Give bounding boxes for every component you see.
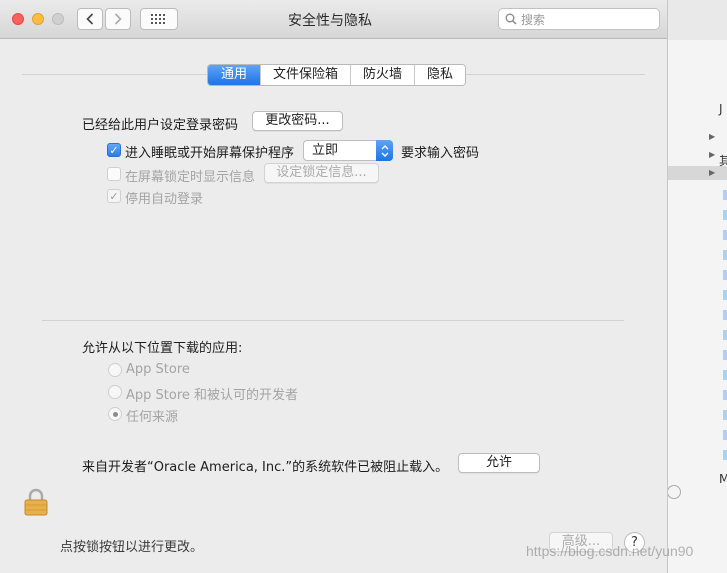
- background-file-icon: [723, 310, 727, 320]
- tab-filevault[interactable]: 文件保险箱: [260, 65, 351, 85]
- disclosure-triangle-icon: ▶: [709, 168, 716, 177]
- close-window-button[interactable]: [12, 13, 24, 25]
- background-file-icon: [723, 410, 727, 420]
- navigation-buttons: [77, 8, 131, 30]
- tab-firewall[interactable]: 防火墙: [350, 65, 415, 85]
- disable-auto-login-label: 停用自动登录: [125, 192, 204, 207]
- disclosure-triangle-icon: ▶: [709, 132, 716, 141]
- background-circle-icon: [667, 485, 681, 499]
- radio-app-store[interactable]: [108, 363, 122, 377]
- tab-general[interactable]: 通用: [208, 65, 261, 85]
- require-password-delay-select[interactable]: 立即: [303, 140, 393, 161]
- delay-select-value: 立即: [312, 143, 339, 158]
- background-footer-label: M: [719, 472, 727, 486]
- disclosure-triangle-icon: ▶: [709, 150, 716, 159]
- allow-button[interactable]: 允许: [458, 453, 540, 473]
- background-file-icon: [723, 370, 727, 380]
- background-file-icon: [723, 230, 727, 240]
- radio-anywhere[interactable]: [108, 407, 122, 421]
- radio-selected-dot: [112, 411, 118, 417]
- search-placeholder: 搜索: [521, 12, 546, 27]
- updown-arrows-icon: [376, 140, 393, 161]
- titlebar[interactable]: 安全性与隐私 搜索: [0, 0, 667, 39]
- security-privacy-window: 安全性与隐私 搜索 通用 文件保险箱 防火墙 隐私 已经给此用户设定登录密码 更…: [0, 0, 668, 573]
- show-all-button[interactable]: [140, 8, 178, 30]
- require-password-suffix: 要求输入密码: [401, 146, 480, 161]
- background-file-icon: [723, 190, 727, 200]
- require-password-label: 进入睡眠或开始屏幕保护程序: [125, 146, 295, 161]
- watermark-text: https://blog.csdn.net/yun90: [526, 543, 694, 559]
- lock-message-checkbox[interactable]: [107, 167, 121, 181]
- background-app-window: J ▶ ▶ 其 ▶ M: [660, 40, 727, 573]
- background-selected-row: [661, 166, 727, 180]
- background-file-icon: [723, 390, 727, 400]
- checkmark-icon: ✓: [109, 143, 119, 157]
- background-file-icon: [723, 430, 727, 440]
- background-file-icon: [723, 450, 727, 460]
- downloads-heading: 允许从以下位置下载的应用:: [82, 341, 243, 356]
- background-file-icon: [723, 250, 727, 260]
- radio-anywhere-label: 任何来源: [126, 410, 179, 425]
- background-file-icon: [723, 270, 727, 280]
- set-lock-message-button[interactable]: 设定锁定信息...: [264, 163, 379, 183]
- checkmark-icon: ✓: [109, 189, 119, 203]
- zoom-window-button[interactable]: [52, 13, 64, 25]
- back-button[interactable]: [77, 8, 103, 30]
- forward-button[interactable]: [105, 8, 131, 30]
- section-divider: [42, 320, 624, 321]
- disable-auto-login-checkbox[interactable]: ✓: [107, 189, 121, 203]
- background-file-icon: [723, 210, 727, 220]
- require-password-checkbox[interactable]: ✓: [107, 143, 121, 157]
- lock-hint-text: 点按锁按钮以进行更改。: [60, 540, 204, 555]
- minimize-window-button[interactable]: [32, 13, 44, 25]
- background-file-icon: [723, 350, 727, 360]
- tab-bar: 通用 文件保险箱 防火墙 隐私: [207, 64, 467, 86]
- chevron-left-icon: [86, 13, 94, 25]
- grid-icon: [151, 14, 165, 24]
- radio-app-store-identified[interactable]: [108, 385, 122, 399]
- lock-icon[interactable]: [24, 488, 48, 516]
- background-file-icon: [723, 330, 727, 340]
- tab-privacy[interactable]: 隐私: [414, 65, 466, 85]
- search-field[interactable]: 搜索: [498, 8, 660, 30]
- change-password-button[interactable]: 更改密码...: [252, 111, 343, 131]
- lock-message-label: 在屏幕锁定时显示信息: [125, 170, 256, 185]
- blocked-software-message: 来自开发者“Oracle America, Inc.”的系统软件已被阻止载入。: [82, 460, 449, 475]
- background-file-icon: [723, 290, 727, 300]
- radio-app-store-identified-label: App Store 和被认可的开发者: [126, 388, 299, 403]
- password-set-label: 已经给此用户设定登录密码: [82, 118, 239, 133]
- radio-app-store-label: App Store: [126, 362, 190, 377]
- chevron-right-icon: [114, 13, 122, 25]
- preferences-content: 通用 文件保险箱 防火墙 隐私 已经给此用户设定登录密码 更改密码... ✓ 进…: [0, 39, 667, 573]
- search-icon: [505, 13, 517, 25]
- background-column-header: J: [719, 102, 723, 116]
- window-title: 安全性与隐私: [288, 13, 372, 29]
